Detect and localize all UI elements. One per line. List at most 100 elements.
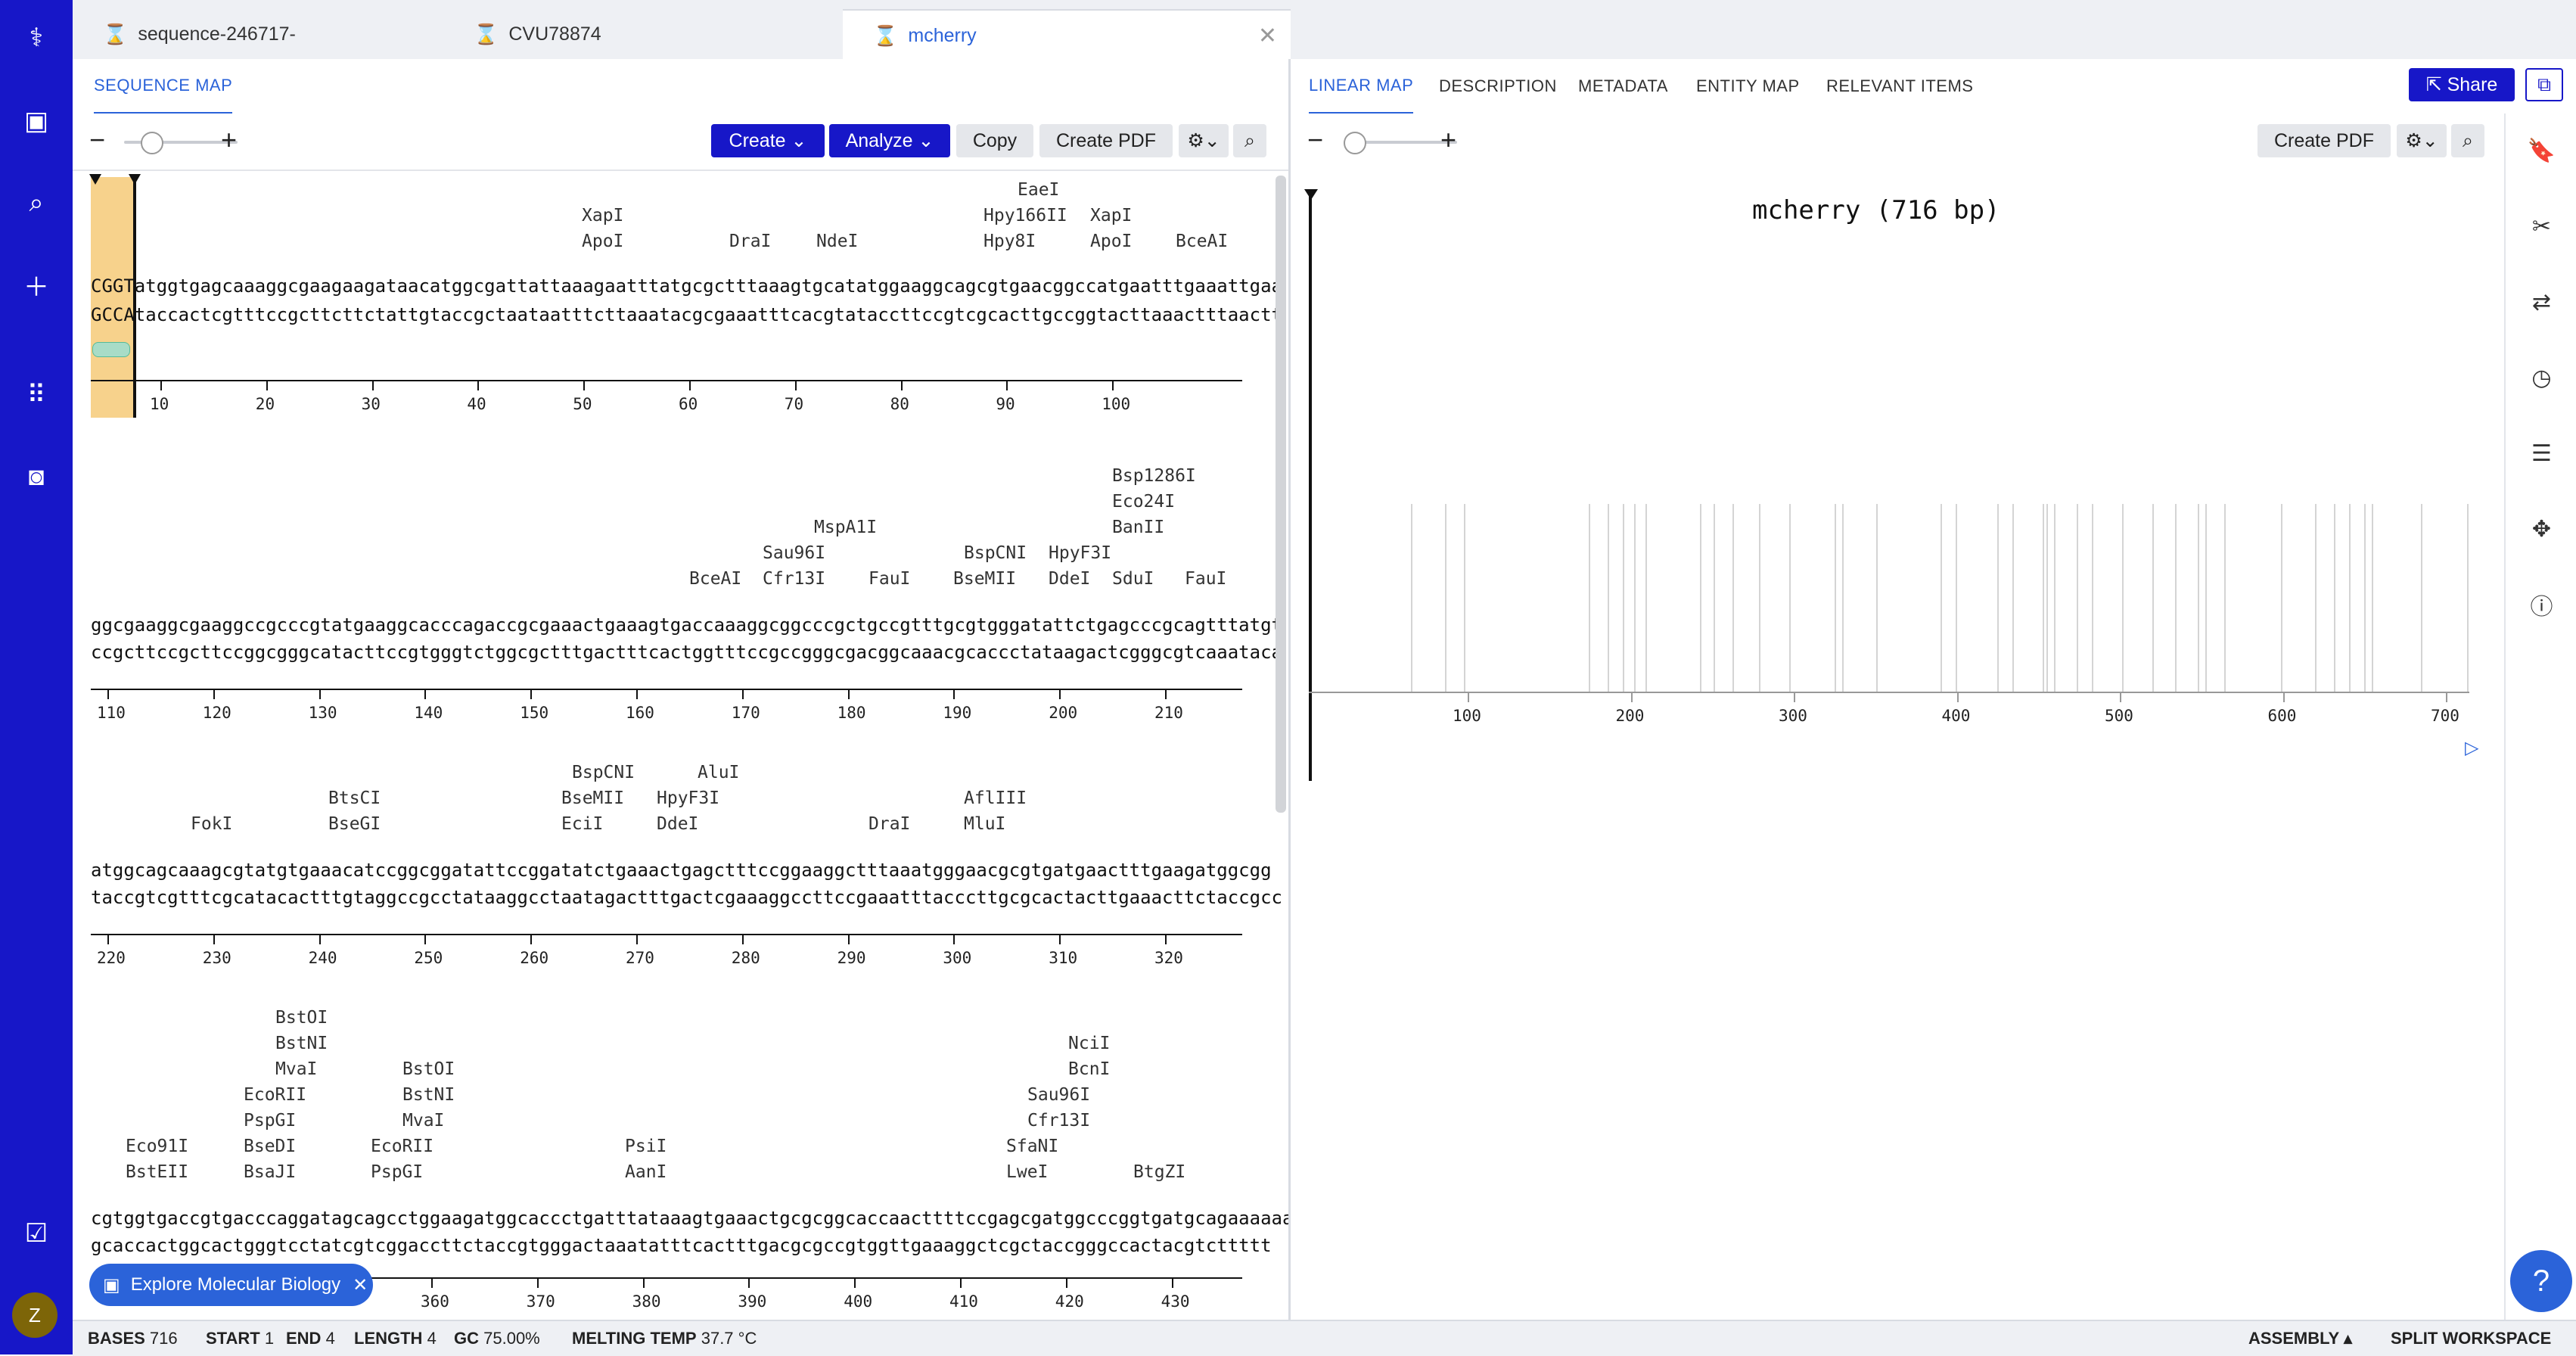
help-button[interactable]: ? (2510, 1250, 2572, 1312)
enzyme-label[interactable]: BstNI (275, 1034, 328, 1053)
copy-link-button[interactable]: ⧉ (2525, 68, 2563, 101)
plus-icon[interactable]: ＋ (0, 262, 73, 307)
enzyme-label[interactable]: NdeI (816, 232, 858, 251)
left-scrollbar[interactable] (1276, 176, 1286, 813)
enzyme-label[interactable]: Bsp1286I (1112, 466, 1196, 486)
enzyme-label[interactable]: FokI (191, 814, 232, 834)
briefcase-icon[interactable]: ▣ (0, 98, 73, 144)
zoom-out-button[interactable]: − (89, 124, 105, 156)
enzyme-label[interactable]: Cfr13I (1027, 1111, 1090, 1131)
seq-top-strand[interactable]: CGGTatggtgagcaaaggcgaagaagataacatggcgatt… (91, 275, 1282, 297)
enzyme-label[interactable]: MvaI (402, 1111, 444, 1131)
enzyme-label[interactable]: FauI (1185, 569, 1226, 589)
scissors-icon[interactable]: ✂ (2506, 207, 2576, 245)
scroll-right-icon[interactable]: ▷ (2465, 737, 2478, 759)
seq-bottom-strand[interactable]: GCCAtaccactcgtttccgcttcttctattgtaccgctaa… (91, 304, 1282, 325)
enzyme-label[interactable]: MspA1I (814, 518, 877, 537)
tab-sequence[interactable]: ⌛ sequence-246717- (73, 9, 428, 59)
tab-metadata[interactable]: METADATA (1578, 59, 1668, 114)
enzyme-label[interactable]: HpyF3I (657, 788, 719, 808)
enzyme-label[interactable]: ApoI (1090, 232, 1132, 251)
enzyme-label[interactable]: BspCNI (572, 763, 635, 782)
enzyme-label[interactable]: BcnI (1068, 1059, 1110, 1079)
tab-mcherry[interactable]: ⌛ mcherry ✕ (843, 9, 1291, 61)
enzyme-label[interactable]: MluI (964, 814, 1005, 834)
enzyme-label[interactable]: ApoI (582, 232, 623, 251)
tab-cvu[interactable]: ⌛ CVU78874 (443, 9, 822, 59)
enzyme-label[interactable]: BstOI (275, 1008, 328, 1028)
enzyme-label[interactable]: BstNI (402, 1085, 455, 1105)
enzyme-label[interactable]: AanI (625, 1162, 667, 1182)
enzyme-label[interactable]: SfaNI (1006, 1137, 1058, 1156)
swap-icon[interactable]: ⇄ (2506, 283, 2576, 321)
enzyme-label[interactable]: BtgZI (1133, 1162, 1185, 1182)
linear-map[interactable]: mcherry (716 bp) ▷ 100 200 300 400 500 600 700 (1291, 171, 2504, 1320)
enzyme-label[interactable]: Sau96I (1027, 1085, 1090, 1105)
enzyme-label[interactable]: Cfr13I (763, 569, 825, 589)
enzyme-label[interactable]: BseGI (328, 814, 381, 834)
settings-dropdown[interactable]: ⚙ ⌄ (1179, 124, 1229, 157)
enzyme-label[interactable]: AflIII (964, 788, 1027, 808)
zoom-slider-knob[interactable] (141, 132, 163, 154)
enzyme-label[interactable]: XapI (1090, 206, 1132, 225)
enzyme-label[interactable]: Hpy166II (983, 206, 1067, 225)
enzyme-label[interactable]: PsiI (625, 1137, 667, 1156)
enzyme-label[interactable]: BanII (1112, 518, 1164, 537)
enzyme-label[interactable]: LweI (1006, 1162, 1048, 1182)
share-button[interactable]: ⇱ Share (2409, 68, 2515, 101)
list-icon[interactable]: ☰ (2506, 434, 2576, 472)
enzyme-label[interactable]: PspGI (244, 1111, 296, 1131)
seq-top-strand[interactable]: atggcagcaaagcgtatgtgaaacatccggcggatattcc… (91, 860, 1272, 881)
enzyme-label[interactable]: DdeI (1049, 569, 1090, 589)
zoom-in-button[interactable]: + (1440, 124, 1456, 156)
enzyme-label[interactable]: DraI (729, 232, 771, 251)
create-pdf-button[interactable]: Create PDF (2257, 124, 2391, 157)
enzyme-label[interactable]: Eco91I (126, 1137, 188, 1156)
magnify-button[interactable]: ⌕ (1233, 124, 1266, 157)
zoom-out-button[interactable]: − (1307, 124, 1323, 156)
enzyme-label[interactable]: Eco24I (1112, 492, 1175, 512)
analyze-button[interactable]: Analyze ⌄ (829, 124, 950, 157)
enzyme-label[interactable]: BspCNI (964, 543, 1027, 563)
zoom-slider-knob[interactable] (1344, 132, 1366, 154)
logo-icon[interactable]: ⚕ (0, 15, 73, 61)
create-pdf-button[interactable]: Create PDF (1039, 124, 1173, 157)
enzyme-label[interactable]: BstEII (126, 1162, 188, 1182)
feature-annotation[interactable] (92, 342, 130, 357)
enzyme-label[interactable]: EcoRII (371, 1137, 433, 1156)
enzyme-label[interactable]: BseMII (561, 788, 624, 808)
enzyme-label[interactable]: BceAI (1176, 232, 1228, 251)
enzyme-label[interactable]: DdeI (657, 814, 698, 834)
zoom-in-button[interactable]: + (221, 124, 237, 156)
history-icon[interactable]: ◷ (2506, 359, 2576, 397)
magnify-button[interactable]: ⌕ (2451, 124, 2484, 157)
seq-top-strand[interactable]: cgtggtgaccgtgacccaggatagcagcctggaagatggc… (91, 1208, 1288, 1229)
enzyme-label[interactable]: PspGI (371, 1162, 423, 1182)
camera-icon[interactable]: ◙ (0, 454, 73, 499)
enzyme-label[interactable]: BceAI (689, 569, 741, 589)
enzyme-label[interactable]: EcoRII (244, 1085, 306, 1105)
close-icon[interactable]: ✕ (353, 1274, 368, 1296)
enzyme-label[interactable]: BtsCI (328, 788, 381, 808)
enzyme-label[interactable]: FauI (869, 569, 910, 589)
seq-top-strand[interactable]: ggcgaaggcgaaggccgcccgtatgaaggcacccagaccg… (91, 614, 1282, 636)
settings-icon[interactable]: ✥ (2506, 510, 2576, 548)
search-icon[interactable]: ⌕ (0, 180, 73, 225)
split-workspace-button[interactable]: SPLIT WORKSPACE (2391, 1329, 2551, 1348)
enzyme-label[interactable]: EaeI (1018, 180, 1059, 200)
seq-bottom-strand[interactable]: gcaccactggcactgggtcctatcgtcggaccttctaccg… (91, 1235, 1272, 1256)
settings-dropdown[interactable]: ⚙ ⌄ (2397, 124, 2447, 157)
enzyme-label[interactable]: BseDI (244, 1137, 296, 1156)
create-button[interactable]: Create ⌄ (711, 124, 825, 157)
enzyme-label[interactable]: DraI (869, 814, 910, 834)
enzyme-label[interactable]: EciI (561, 814, 603, 834)
enzyme-label[interactable]: SduI (1112, 569, 1154, 589)
enzyme-label[interactable]: BstOI (402, 1059, 455, 1079)
close-icon[interactable]: ✕ (1258, 23, 1277, 49)
enzyme-label[interactable]: AluI (698, 763, 739, 782)
enzyme-label[interactable]: Sau96I (763, 543, 825, 563)
grid-icon[interactable]: ⠿ (0, 372, 73, 418)
seq-bottom-strand[interactable]: ccgcttccgcttccggcgggcatacttccgtgggtctggc… (91, 642, 1282, 663)
tab-relevant-items[interactable]: RELEVANT ITEMS (1826, 59, 1973, 114)
enzyme-label[interactable]: XapI (582, 206, 623, 225)
